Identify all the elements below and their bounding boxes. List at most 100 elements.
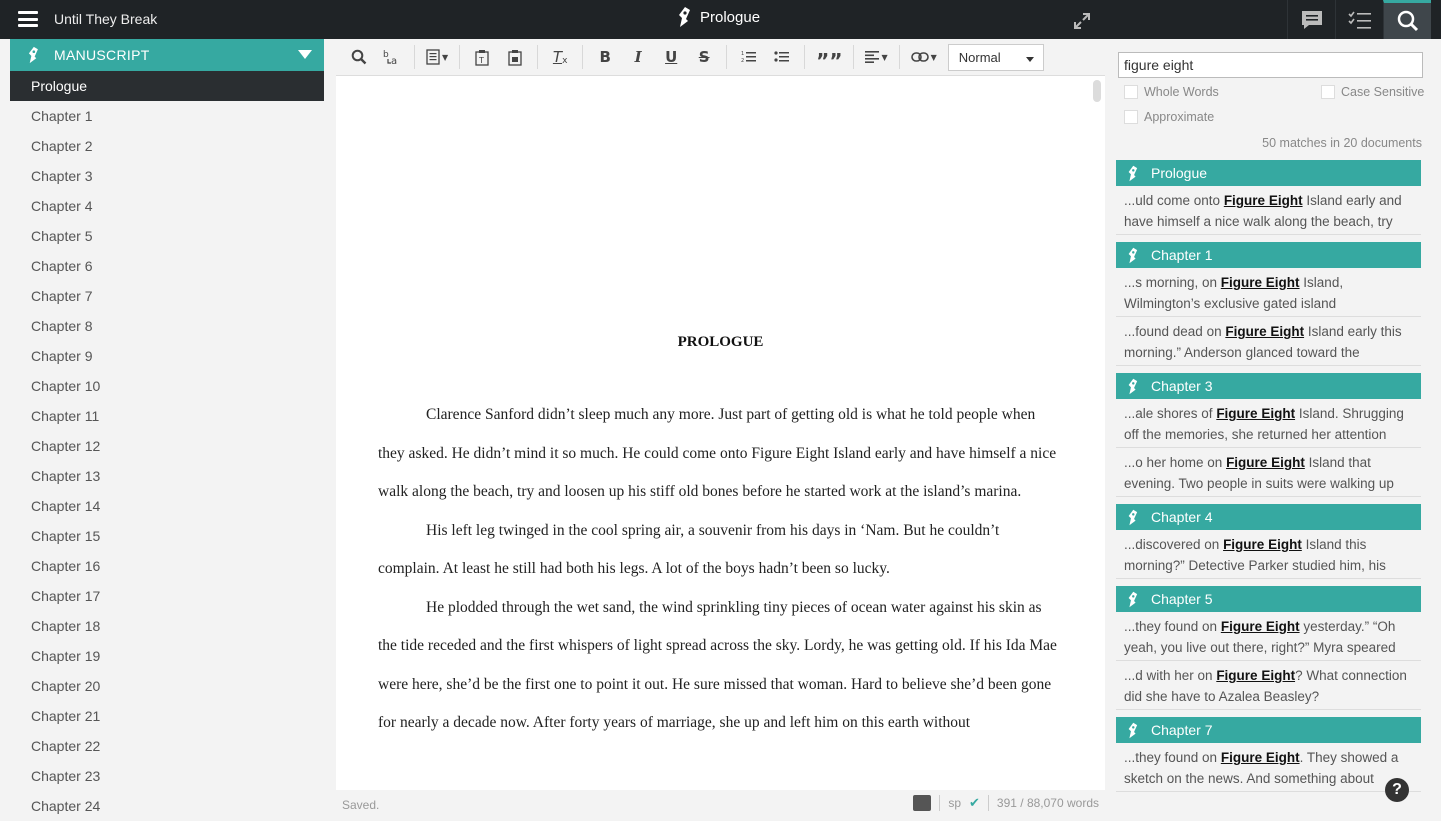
search-result-snippet[interactable]: ...ale shores of Figure Eight Island. Sh… [1116,399,1421,448]
sidebar-item-chapter-3[interactable]: Chapter 3 [10,161,324,191]
sidebar-item-chapter-18[interactable]: Chapter 18 [10,611,324,641]
toolbar-divider [537,45,539,69]
find-button[interactable] [348,39,370,76]
italic-button[interactable]: I [627,39,649,76]
svg-text:T: T [478,56,484,65]
link-dropdown[interactable]: ▼ [910,39,937,76]
search-result-snippet[interactable]: ...they found on Figure Eight yesterday.… [1116,612,1421,661]
search-result-doc-header[interactable]: Chapter 1 [1116,242,1421,268]
approximate-option[interactable]: Approximate [1124,110,1214,124]
sidebar-item-chapter-22[interactable]: Chapter 22 [10,731,324,761]
snippet-pre: ...s morning, on [1124,275,1221,290]
document-title-area: Prologue [676,6,760,28]
chevron-down-icon[interactable] [298,50,312,59]
editor-scrollbar[interactable] [1093,80,1101,102]
hamburger-menu-icon[interactable] [18,11,38,27]
search-result-snippet[interactable]: ...o her home on Figure Eight Island tha… [1116,448,1421,497]
editor-pane[interactable]: PROLOGUE Clarence Sanford didn’t sleep m… [336,76,1105,790]
paste-word-button[interactable] [504,39,526,76]
chevron-down-icon: ▼ [930,52,937,62]
paragraph-style-select[interactable]: Normal [947,43,1044,71]
sidebar-item-chapter-21[interactable]: Chapter 21 [10,701,324,731]
paste-text-icon: T [475,49,489,66]
top-bar: Until They Break Prologue [0,0,1441,39]
sidebar-item-chapter-4[interactable]: Chapter 4 [10,191,324,221]
checklist-panel-button[interactable] [1335,0,1383,39]
search-result-group: Chapter 4 ...discovered on Figure Eight I… [1116,504,1421,579]
snippet-highlight: Figure Eight [1226,455,1305,470]
whole-words-option[interactable]: Whole Words [1124,85,1219,99]
sidebar-item-chapter-6[interactable]: Chapter 6 [10,251,324,281]
sidebar-item-chapter-5[interactable]: Chapter 5 [10,221,324,251]
paste-text-button[interactable]: T [471,39,493,76]
align-left-icon [865,51,880,63]
sidebar-item-chapter-20[interactable]: Chapter 20 [10,671,324,701]
search-result-doc-header[interactable]: Chapter 5 [1116,586,1421,612]
case-sensitive-option[interactable]: Case Sensitive [1321,85,1424,99]
strikethrough-button[interactable]: S [693,39,715,76]
search-result-doc-header[interactable]: Prologue [1116,160,1421,186]
manuscript-body-text[interactable]: Clarence Sanford didn’t sleep much any m… [378,396,1064,743]
sidebar-item-chapter-13[interactable]: Chapter 13 [10,461,324,491]
comments-panel-button[interactable] [1287,0,1335,39]
replace-icon: ba [383,50,397,66]
sidebar-item-chapter-9[interactable]: Chapter 9 [10,341,324,371]
sidebar-item-chapter-16[interactable]: Chapter 16 [10,551,324,581]
search-result-snippet[interactable]: ...uld come onto Figure Eight Island ear… [1116,186,1421,235]
sidebar-item-chapter-12[interactable]: Chapter 12 [10,431,324,461]
search-result-group: Chapter 7 ...they found on Figure Eight. … [1116,717,1421,792]
sidebar-item-chapter-23[interactable]: Chapter 23 [10,761,324,791]
search-result-snippet[interactable]: ...found dead on Figure Eight Island ear… [1116,317,1421,366]
search-result-doc-header[interactable]: Chapter 3 [1116,373,1421,399]
approximate-checkbox[interactable] [1124,110,1138,124]
bullet-list-button[interactable] [771,39,793,76]
sidebar-item-chapter-24[interactable]: Chapter 24 [10,791,324,821]
sidebar-item-chapter-2[interactable]: Chapter 2 [10,131,324,161]
search-panel-button[interactable] [1383,0,1431,39]
align-dropdown[interactable]: ▼ [865,39,888,76]
search-result-snippet[interactable]: ...they found on Figure Eight. They show… [1116,743,1421,792]
blockquote-button[interactable]: ”” [816,39,842,76]
whole-words-label: Whole Words [1144,85,1219,99]
status-divider [987,795,989,811]
manuscript-header[interactable]: MANUSCRIPT [10,39,324,71]
chevron-down-icon: ▼ [442,52,449,62]
manuscript-paragraph[interactable]: He plodded through the wet sand, the win… [378,589,1064,743]
search-result-snippet[interactable]: ...s morning, on Figure Eight Island, Wi… [1116,268,1421,317]
templates-dropdown[interactable]: ▼ [426,39,448,76]
bold-button[interactable]: B [594,39,616,76]
underline-button[interactable]: U [660,39,682,76]
search-result-snippet[interactable]: ...discovered on Figure Eight Island thi… [1116,530,1421,579]
svg-text:2: 2 [741,58,744,64]
find-replace-button[interactable]: ba [381,39,403,76]
toolbar-divider [726,45,728,69]
search-result-doc-header[interactable]: Chapter 4 [1116,504,1421,530]
search-result-group: Chapter 1 ...s morning, on Figure Eight I… [1116,242,1421,366]
help-icon[interactable]: ? [1385,778,1409,802]
search-icon [351,49,367,65]
expand-icon[interactable] [1073,12,1091,30]
case-sensitive-checkbox[interactable] [1321,85,1335,99]
sidebar-item-chapter-11[interactable]: Chapter 11 [10,401,324,431]
sidebar-item-chapter-17[interactable]: Chapter 17 [10,581,324,611]
manuscript-paragraph[interactable]: His left leg twinged in the cool spring … [378,512,1064,589]
spellcheck-label[interactable]: sp [948,796,961,810]
sidebar-item-prologue[interactable]: Prologue [10,71,324,101]
clear-formatting-button[interactable]: Tx [549,39,571,76]
search-input[interactable] [1118,52,1423,78]
sidebar-item-chapter-1[interactable]: Chapter 1 [10,101,324,131]
sidebar-item-chapter-19[interactable]: Chapter 19 [10,641,324,671]
numbered-list-button[interactable]: 12 [738,39,760,76]
sidebar-item-chapter-15[interactable]: Chapter 15 [10,521,324,551]
sidebar-item-chapter-14[interactable]: Chapter 14 [10,491,324,521]
search-result-doc-header[interactable]: Chapter 7 [1116,717,1421,743]
book-icon[interactable] [913,795,932,811]
search-result-snippet[interactable]: ...d with her on Figure Eight? What conn… [1116,661,1421,710]
paragraph-style-value: Normal [958,49,1001,65]
whole-words-checkbox[interactable] [1124,85,1138,99]
snippet-highlight: Figure Eight [1216,668,1296,683]
sidebar-item-chapter-8[interactable]: Chapter 8 [10,311,324,341]
sidebar-item-chapter-10[interactable]: Chapter 10 [10,371,324,401]
manuscript-paragraph[interactable]: Clarence Sanford didn’t sleep much any m… [378,396,1064,512]
sidebar-item-chapter-7[interactable]: Chapter 7 [10,281,324,311]
